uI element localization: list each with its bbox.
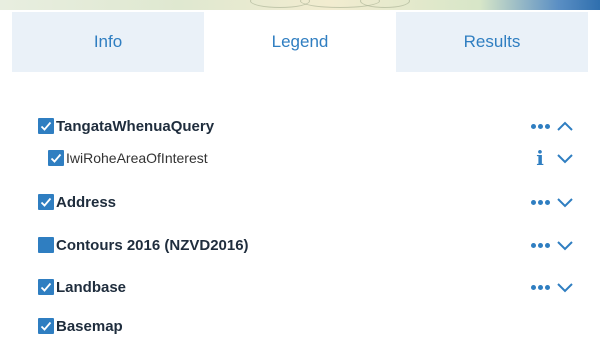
tab-results[interactable]: Results	[396, 12, 588, 72]
map-preview-strip	[0, 0, 600, 10]
layer-name: Contours 2016 (NZVD2016)	[56, 236, 249, 254]
layer-visibility-checkbox[interactable]	[38, 279, 54, 295]
layer-item-tangatawhenuaquery: TangataWhenuaQuery	[38, 114, 588, 138]
layer-name: IwiRoheAreaOfInterest	[66, 150, 208, 166]
tab-legend[interactable]: Legend	[204, 12, 396, 72]
chevron-down-icon[interactable]	[554, 190, 576, 214]
info-icon[interactable]: i	[526, 146, 554, 170]
layer-name: Landbase	[56, 278, 127, 296]
check-icon	[50, 153, 62, 163]
layer-name: Address	[56, 193, 117, 211]
more-dots-icon[interactable]	[526, 114, 554, 138]
layer-item-contours-2016: Contours 2016 (NZVD2016)	[38, 233, 588, 257]
layer-visibility-checkbox[interactable]	[38, 237, 54, 253]
more-dots-icon[interactable]	[526, 190, 554, 214]
tab-info[interactable]: Info	[12, 12, 204, 72]
more-dots-icon[interactable]	[526, 233, 554, 257]
layer-visibility-checkbox[interactable]	[38, 118, 54, 134]
layer-visibility-checkbox[interactable]	[38, 318, 54, 334]
chevron-up-icon[interactable]	[554, 114, 576, 138]
more-dots-icon[interactable]	[526, 275, 554, 299]
layer-item-landbase: Landbase	[38, 275, 588, 299]
layer-name: TangataWhenuaQuery	[56, 117, 215, 135]
panel-tabs: Info Legend Results	[12, 12, 588, 72]
layer-visibility-checkbox[interactable]	[48, 150, 64, 166]
layer-visibility-checkbox[interactable]	[38, 194, 54, 210]
layer-item-basemap: Basemap	[38, 314, 588, 338]
check-icon	[40, 121, 52, 131]
check-icon	[40, 282, 52, 292]
check-icon	[40, 197, 52, 207]
chevron-down-icon[interactable]	[554, 275, 576, 299]
chevron-down-icon[interactable]	[554, 233, 576, 257]
layer-item-iwiroheareaofinterest: IwiRoheAreaOfInterest i	[48, 146, 588, 170]
chevron-down-icon[interactable]	[554, 146, 576, 170]
contour-line	[360, 0, 410, 8]
layer-item-address: Address	[38, 190, 588, 214]
check-icon	[40, 321, 52, 331]
layer-name: Basemap	[56, 317, 123, 335]
